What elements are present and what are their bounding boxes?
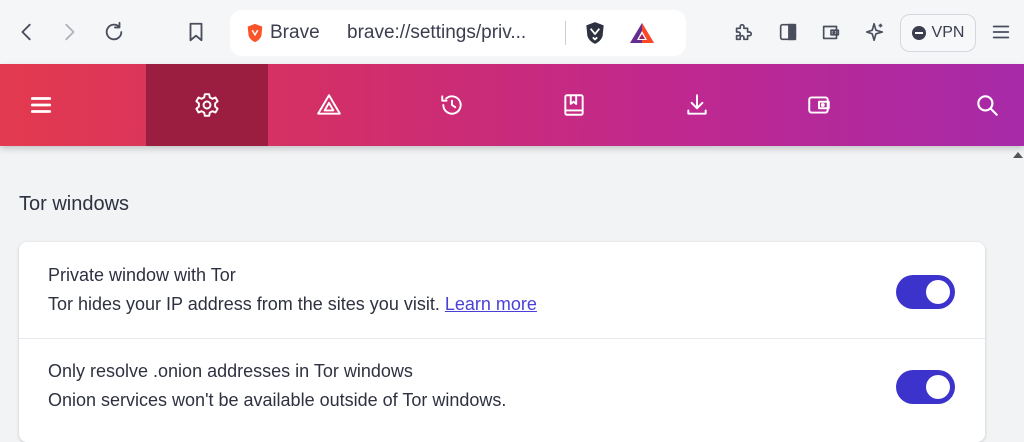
- learn-more-link[interactable]: Learn more: [445, 294, 537, 314]
- sparkle-star-icon: [865, 22, 884, 42]
- bookmarks-icon: [564, 94, 584, 116]
- back-arrow-icon: [21, 23, 31, 41]
- extensions-button[interactable]: [728, 17, 758, 47]
- hamburger-menu-icon: [992, 25, 1010, 39]
- url-divider: [565, 21, 566, 45]
- sidebar-toggle-button[interactable]: [773, 17, 803, 47]
- toggle-knob: [926, 280, 950, 304]
- setting-row-onion-only: Only resolve .onion addresses in Tor win…: [19, 338, 985, 434]
- toggle-knob: [926, 375, 950, 399]
- history-icon: [441, 95, 462, 115]
- brand-label: Brave: [270, 22, 320, 43]
- rewards-bat-icon[interactable]: [628, 21, 656, 45]
- setting-description: Onion services won't be available outsid…: [48, 390, 507, 410]
- setting-description-text: Tor hides your IP address from the sites…: [48, 294, 440, 314]
- tor-settings-card: Private window with Tor Tor hides your I…: [19, 242, 985, 442]
- brave-lion-shield-icon[interactable]: [582, 20, 608, 46]
- back-button[interactable]: [12, 17, 42, 47]
- settings-search-button[interactable]: [926, 64, 1024, 146]
- private-window-tor-toggle[interactable]: [896, 275, 955, 309]
- download-icon: [687, 94, 707, 115]
- bat-triangle-icon: [317, 94, 341, 115]
- nav-history[interactable]: [391, 64, 513, 146]
- onion-only-toggle[interactable]: [896, 370, 955, 404]
- setting-title: Private window with Tor: [48, 265, 236, 285]
- reload-icon: [105, 21, 123, 41]
- nav-settings[interactable]: [146, 64, 268, 146]
- nav-bookmarks[interactable]: [513, 64, 635, 146]
- wallet-icon: [808, 96, 830, 114]
- setting-title: Only resolve .onion addresses in Tor win…: [48, 361, 413, 381]
- vpn-status-icon: [911, 26, 926, 40]
- forward-arrow-icon: [65, 23, 75, 41]
- hamburger-menu-icon: [30, 97, 52, 113]
- browser-toolbar: Brave brave://settings/priv... VPN: [0, 0, 1024, 64]
- main-menu-button[interactable]: [986, 17, 1016, 47]
- vpn-button[interactable]: VPN: [900, 14, 976, 52]
- reload-button[interactable]: [99, 17, 129, 47]
- settings-header: [0, 64, 1024, 146]
- nav-wallet[interactable]: [758, 64, 880, 146]
- vpn-label: VPN: [931, 24, 965, 41]
- setting-row-private-window-tor: Private window with Tor Tor hides your I…: [19, 242, 985, 338]
- nav-rewards[interactable]: [268, 64, 390, 146]
- address-bar[interactable]: Brave brave://settings/priv...: [230, 10, 686, 56]
- wallet-icon: [822, 25, 840, 40]
- wallet-button[interactable]: [816, 17, 846, 47]
- search-icon: [977, 95, 998, 116]
- url-text[interactable]: brave://settings/priv...: [347, 22, 526, 44]
- forward-button[interactable]: [54, 17, 84, 47]
- bookmark-button[interactable]: [181, 17, 211, 47]
- setting-description: Tor hides your IP address from the sites…: [48, 294, 537, 315]
- bookmark-icon: [189, 22, 203, 42]
- scrollbar-up-arrow[interactable]: [1013, 152, 1023, 158]
- leo-ai-button[interactable]: [860, 17, 890, 47]
- gear-icon: [195, 93, 219, 117]
- brave-shields-icon[interactable]: [244, 22, 266, 44]
- section-title: Tor windows: [19, 193, 130, 215]
- sidebar-panel-icon: [779, 23, 797, 41]
- puzzle-piece-icon: [735, 23, 753, 41]
- settings-menu-button[interactable]: [0, 64, 102, 146]
- nav-downloads[interactable]: [636, 64, 758, 146]
